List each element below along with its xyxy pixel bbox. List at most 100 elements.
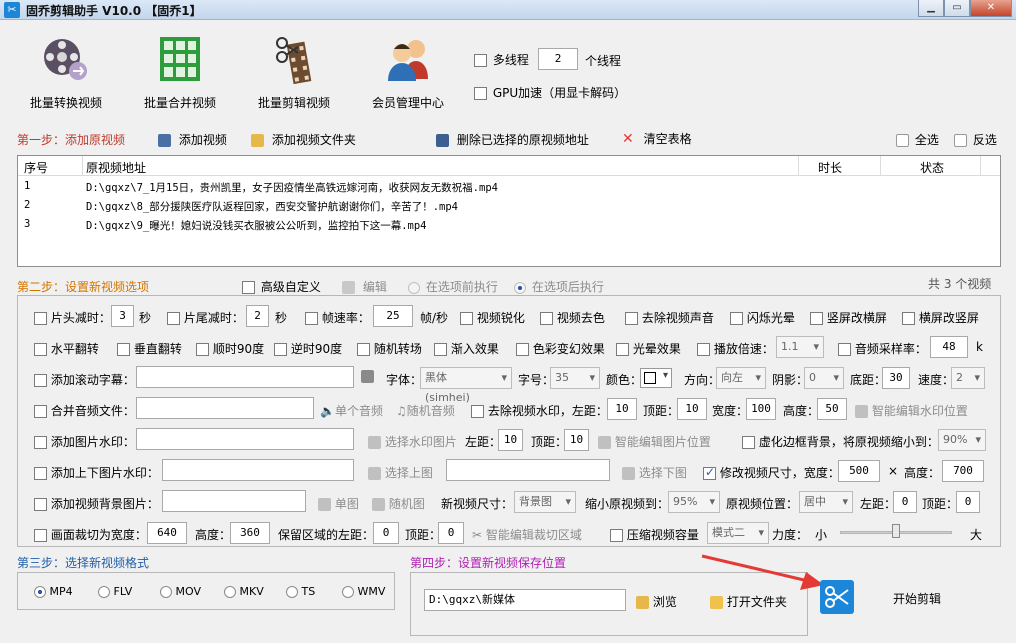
rot90cw-option[interactable]: 顺时90度 <box>196 340 264 357</box>
strength-slider-handle[interactable] <box>892 524 900 538</box>
hflip-option[interactable]: 水平翻转 <box>34 340 99 357</box>
bg-img-input[interactable] <box>162 490 306 512</box>
thread-count-input[interactable]: 2 <box>538 48 578 70</box>
desaturate-option[interactable]: 视频去色 <box>540 309 605 326</box>
tail-cut-input[interactable]: 2 <box>246 305 269 327</box>
advanced-custom-option[interactable]: 高级自定义 <box>242 278 321 295</box>
minimize-button[interactable]: ▁ <box>918 0 944 17</box>
shrink-select[interactable]: 90% <box>938 429 986 451</box>
img-top-input[interactable]: 10 <box>564 429 589 451</box>
open-folder-button[interactable]: 打开文件夹 <box>710 593 787 610</box>
h2v-option[interactable]: 横屏改竖屏 <box>902 309 979 326</box>
color-change-option[interactable]: 色彩变幻效果 <box>516 340 605 357</box>
new-size-select[interactable]: 背景图 <box>514 491 576 513</box>
resize-checkbox[interactable] <box>703 465 716 480</box>
bg-top-input[interactable]: 0 <box>956 491 980 513</box>
bottom-img-input[interactable] <box>446 459 610 481</box>
batch-merge-button[interactable]: 批量合并视频 <box>130 33 230 111</box>
multithread-option[interactable]: 多线程 <box>474 51 529 68</box>
batch-edit-button[interactable]: 批量剪辑视频 <box>244 33 344 111</box>
direction-select[interactable]: 向左 <box>716 367 766 389</box>
start-edit-button[interactable]: 开始剪辑 <box>893 590 941 607</box>
img-wm-checkbox[interactable] <box>34 436 47 449</box>
rot90ccw-option[interactable]: 逆时90度 <box>274 340 342 357</box>
remove-watermark-checkbox[interactable] <box>471 405 484 418</box>
img-wm-input[interactable] <box>136 428 354 450</box>
sharpen-option[interactable]: 视频锐化 <box>460 309 525 326</box>
choose-wm-img-button[interactable]: 选择水印图片 <box>368 433 457 450</box>
add-folder-button[interactable]: 添加视频文件夹 <box>251 131 356 148</box>
format-wmv-option[interactable]: WMV <box>342 585 385 598</box>
scroll-sub-option[interactable]: 添加滚动字幕： <box>34 371 135 388</box>
halo-checkbox[interactable] <box>616 343 629 356</box>
merge-audio-checkbox[interactable] <box>34 405 47 418</box>
sample-rate-checkbox[interactable] <box>838 343 851 356</box>
format-wmv-radio[interactable] <box>342 586 354 598</box>
choose-top-button[interactable]: 选择上图 <box>368 464 433 481</box>
h2v-checkbox[interactable] <box>902 312 915 325</box>
after-exec-radio[interactable] <box>514 281 526 294</box>
scroll-sub-input[interactable] <box>136 366 354 388</box>
format-ts-radio[interactable] <box>286 586 298 598</box>
v2h-checkbox[interactable] <box>810 312 823 325</box>
browse-button[interactable]: 浏览 <box>636 593 677 610</box>
vflip-option[interactable]: 垂直翻转 <box>117 340 182 357</box>
head-cut-option[interactable]: 片头减时： <box>34 309 111 326</box>
resize-width-input[interactable]: 500 <box>838 460 880 482</box>
sharpen-checkbox[interactable] <box>460 312 473 325</box>
bottom-input[interactable]: 30 <box>882 367 910 389</box>
speed-checkbox[interactable] <box>697 343 710 356</box>
multithread-checkbox[interactable] <box>474 54 487 67</box>
blur-border-option[interactable]: 虚化边框背景，将原视频缩小到： <box>742 433 939 450</box>
random-audio-button[interactable]: ♫随机音频 <box>396 402 455 419</box>
bg-img-option[interactable]: 添加视频背景图片： <box>34 495 159 512</box>
shadow-select[interactable]: 0 <box>804 367 844 389</box>
start-edit-icon[interactable] <box>820 580 854 614</box>
batch-convert-button[interactable]: 批量转换视频 <box>16 33 116 111</box>
merge-audio-option[interactable]: 合并音频文件： <box>34 402 135 419</box>
table-row[interactable]: 2 D:\gqxz\8_部分援陕医疗队返程回家，西安交警护航谢谢你们，辛苦了！.… <box>18 195 1000 214</box>
sample-rate-input[interactable]: 48 <box>930 336 968 358</box>
smart-img-button[interactable]: 智能编辑图片位置 <box>598 433 711 450</box>
font-select[interactable]: 黑体 (simhei) <box>420 367 512 404</box>
add-video-button[interactable]: 添加视频 <box>158 131 227 148</box>
random-img-button[interactable]: 随机图 <box>372 495 425 512</box>
maximize-button[interactable]: ▭ <box>944 0 970 17</box>
sub-speed-select[interactable]: 2 <box>951 367 985 389</box>
color-change-checkbox[interactable] <box>516 343 529 356</box>
member-center-button[interactable]: 会员管理中心 <box>358 33 458 111</box>
before-exec-radio[interactable] <box>408 281 420 294</box>
keep-left-input[interactable]: 0 <box>373 522 399 544</box>
shrink-to-select[interactable]: 95% <box>668 491 720 513</box>
format-mp4-option[interactable]: MP4 <box>34 585 73 598</box>
img-left-input[interactable]: 10 <box>498 429 523 451</box>
subtitle-edit-icon[interactable] <box>361 369 374 383</box>
select-all-button[interactable]: 全选 <box>896 131 939 148</box>
sample-rate-option[interactable]: 音频采样率： <box>838 340 927 357</box>
format-mov-option[interactable]: MOV <box>160 585 201 598</box>
top-img-input[interactable] <box>162 459 354 481</box>
close-button[interactable]: ✕ <box>970 0 1012 17</box>
halo-option[interactable]: 光晕效果 <box>616 340 681 357</box>
frame-rate-option[interactable]: 帧速率： <box>305 309 370 326</box>
mode-select[interactable]: 模式二 <box>707 522 769 544</box>
bg-left-input[interactable]: 0 <box>893 491 917 513</box>
wm-top-input[interactable]: 10 <box>677 398 707 420</box>
before-exec-option[interactable]: 在选项前执行 <box>408 278 498 295</box>
merge-audio-input[interactable] <box>136 397 314 419</box>
edit-button[interactable]: 编辑 <box>342 278 387 295</box>
random-trans-option[interactable]: 随机转场 <box>357 340 422 357</box>
format-mkv-option[interactable]: MKV <box>224 585 264 598</box>
orig-pos-select[interactable]: 居中 <box>799 491 853 513</box>
remove-audio-option[interactable]: 去除视频声音 <box>625 309 714 326</box>
fade-in-option[interactable]: 渐入效果 <box>434 340 499 357</box>
after-exec-option[interactable]: 在选项后执行 <box>514 278 604 295</box>
gpu-checkbox[interactable] <box>474 87 487 100</box>
crop-checkbox[interactable] <box>34 529 47 542</box>
smart-crop-button[interactable]: ✂ 智能编辑裁切区域 <box>472 526 582 543</box>
compress-option[interactable]: 压缩视频容量 <box>610 526 699 543</box>
delete-selected-button[interactable]: 删除已选择的原视频地址 <box>436 131 589 148</box>
wm-left-input[interactable]: 10 <box>607 398 637 420</box>
color-picker[interactable]: ▾ <box>640 368 672 388</box>
choose-bottom-button[interactable]: 选择下图 <box>622 464 687 481</box>
